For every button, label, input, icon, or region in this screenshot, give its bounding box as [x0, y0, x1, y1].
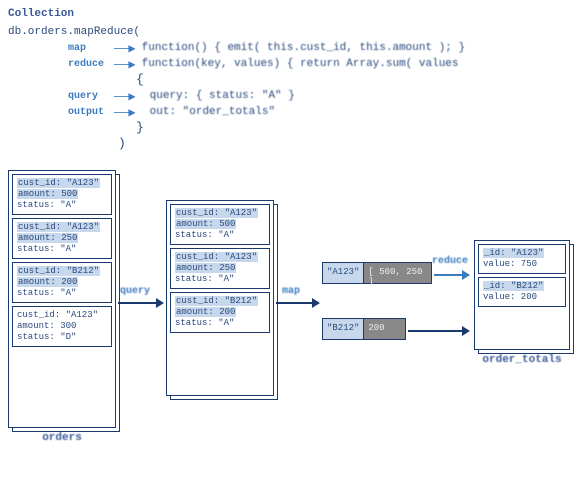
filtered-stack: cust_id: "A123" amount: 500 status: "A" … [166, 200, 274, 396]
results-stack: _id: "A123" value: 750 _id: "B212" value… [474, 240, 570, 350]
output-code: out: "order_totals" [150, 106, 275, 118]
query-flow-label: query [120, 286, 150, 297]
query-code: query: { status: "A" } [150, 90, 295, 102]
query-arrow [118, 298, 164, 308]
arrow-right-icon: ──▶ [114, 57, 136, 72]
kv-pair-b: "B212" 200 [322, 318, 406, 340]
passthrough-arrow-b [408, 326, 470, 336]
output-label: output [68, 107, 112, 118]
results-label: order_totals [474, 354, 570, 366]
close-brace: } [136, 120, 574, 136]
order-doc: cust_id: "A123" amount: 250 status: "A" [12, 218, 112, 259]
header-section: Collection db.orders.mapReduce( map ──▶ … [8, 8, 574, 152]
result-doc: _id: "A123" value: 750 [478, 244, 566, 274]
close-paren: ) [118, 136, 574, 152]
reduce-code: function(key, values) { return Array.sum… [142, 58, 459, 70]
pipeline-diagram: cust_id: "A123" amount: 500 status: "A" … [8, 170, 574, 492]
result-doc: _id: "B212" value: 200 [478, 277, 566, 307]
orders-label: orders [8, 432, 116, 444]
map-label: map [68, 43, 112, 54]
order-doc: cust_id: "A123" amount: 300 status: "D" [12, 306, 112, 347]
map-code: function() { emit( this.cust_id, this.am… [142, 42, 465, 54]
output-annotation: output ──▶ out: "order_totals" [68, 104, 574, 120]
arrow-right-icon: ──▶ [114, 105, 136, 120]
method-call: db.orders.mapReduce( [8, 24, 574, 40]
order-doc: cust_id: "B212" amount: 200 status: "A" [12, 262, 112, 303]
query-label: query [68, 91, 112, 102]
filtered-doc: cust_id: "A123" amount: 250 status: "A" [170, 248, 270, 289]
kv-pair-a: "A123" [ 500, 250 ] [322, 262, 432, 284]
reduce-arrow-a [434, 270, 470, 280]
map-flow-label: map [282, 286, 300, 297]
arrow-right-icon: ──▶ [114, 89, 136, 104]
filtered-doc: cust_id: "B212" amount: 200 status: "A" [170, 292, 270, 333]
collection-label: Collection [8, 8, 574, 20]
arrow-right-icon: ──▶ [114, 41, 136, 56]
filtered-doc: cust_id: "A123" amount: 500 status: "A" [170, 204, 270, 245]
orders-stack: cust_id: "A123" amount: 500 status: "A" … [8, 170, 116, 428]
open-brace: { [136, 72, 574, 88]
reduce-annotation: reduce ──▶ function(key, values) { retur… [68, 56, 574, 72]
reduce-label: reduce [68, 59, 112, 70]
map-annotation: map ──▶ function() { emit( this.cust_id,… [68, 40, 574, 56]
map-arrow [276, 298, 320, 308]
order-doc: cust_id: "A123" amount: 500 status: "A" [12, 174, 112, 215]
query-annotation: query ──▶ query: { status: "A" } [68, 88, 574, 104]
reduce-flow-label: reduce [432, 256, 468, 267]
